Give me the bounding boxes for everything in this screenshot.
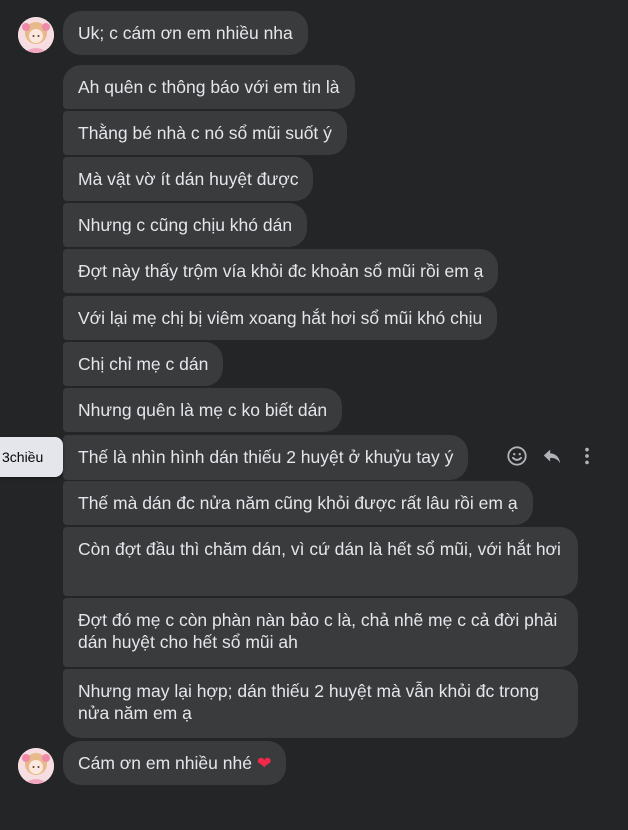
message-bubble[interactable]: Thế mà dán đc nửa năm cũng khỏi được rất… (63, 481, 533, 525)
sender-avatar[interactable] (18, 17, 54, 53)
timestamp-text: 3chiều (2, 449, 44, 465)
message-bubble[interactable]: Với lại mẹ chị bị viêm xoang hắt hơi sổ … (63, 296, 498, 340)
message-bubble[interactable]: Còn đợt đầu thì chăm dán, vì cứ dán là h… (63, 527, 578, 596)
message-bubble[interactable]: Chị chỉ mẹ c dán (63, 342, 224, 386)
react-button[interactable] (503, 442, 531, 470)
avatar-image (18, 17, 54, 53)
message-bubble[interactable]: Cám ơn em nhiều nhé ❤ (63, 741, 287, 785)
message-bubble[interactable]: Nhưng c cũng chịu khó dán (63, 203, 308, 247)
message-bubble[interactable]: Đợt đó mẹ c còn phàn nàn bảo c là, chả n… (63, 598, 578, 667)
message-bubble[interactable]: Ah quên c thông báo với em tin là (63, 65, 355, 109)
message-bubble[interactable]: Đợt này thấy trộm vía khỏi đc khoản sổ m… (63, 249, 499, 293)
message-text: Cám ơn em nhiều nhé (78, 753, 252, 773)
message-bubble[interactable]: Mà vật vờ ít dán huyệt được (63, 157, 314, 201)
message-bubble[interactable]: Nhưng may lại hợp; dán thiếu 2 huyệt mà … (63, 669, 578, 738)
smiley-react-icon (507, 446, 527, 466)
avatar-image (18, 748, 54, 784)
message-bubble[interactable]: Nhưng quên là mẹ c ko biết dán (63, 388, 343, 432)
more-options-icon (585, 447, 589, 465)
message-timestamp-tooltip: 3chiều (0, 437, 63, 477)
heart-emoji-icon: ❤ (256, 753, 272, 773)
sender-avatar[interactable] (18, 748, 54, 784)
message-bubble[interactable]: Thằng bé nhà c nó sổ mũi suốt ý (63, 111, 347, 155)
more-options-button[interactable] (573, 442, 601, 470)
message-bubble[interactable]: Uk; c cám ơn em nhiều nha (63, 11, 308, 55)
message-bubble[interactable]: Thế là nhìn hình dán thiếu 2 huyệt ở khu… (63, 435, 469, 480)
reply-button[interactable] (538, 442, 566, 470)
reply-icon (543, 449, 561, 464)
message-actions (503, 442, 608, 470)
